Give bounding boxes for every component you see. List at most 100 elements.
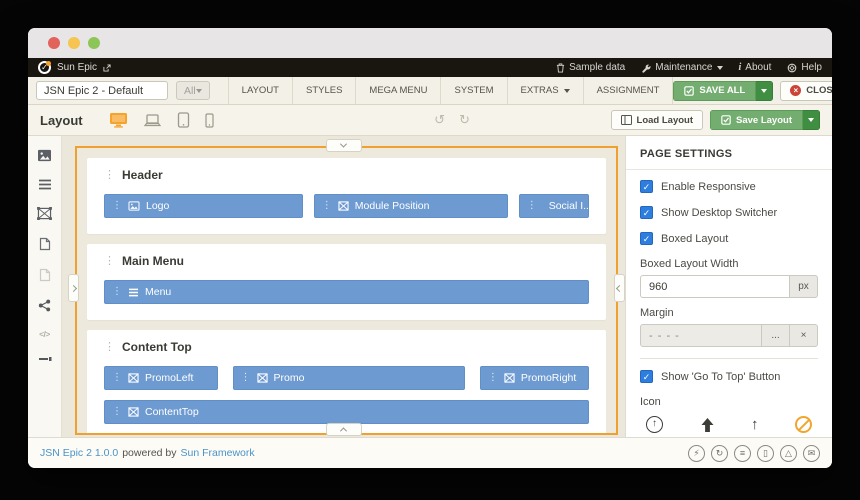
tab-layout[interactable]: LAYOUT [228, 77, 292, 104]
drag-handle-icon: ⋮ [322, 201, 332, 211]
enable-responsive-checkbox[interactable]: Enable Responsive [640, 180, 818, 193]
margin-clear-button[interactable]: × [790, 324, 818, 347]
margin-input[interactable] [640, 324, 762, 347]
gototop-icon-options: ↑ ↑ [640, 413, 818, 437]
section-header[interactable]: ⋮ Header ⋮ Logo ⋮ Module Position [87, 158, 606, 234]
show-gototop-checkbox[interactable]: Show 'Go To Top' Button [640, 370, 818, 383]
code-tool-icon[interactable]: </> [39, 329, 50, 339]
tab-styles[interactable]: STYLES [292, 77, 355, 104]
checkbox-label: Show Desktop Switcher [661, 207, 777, 219]
module-contenttop[interactable]: ⋮ ContentTop [104, 400, 589, 424]
maintenance-menu-item[interactable]: Maintenance [641, 62, 722, 73]
about-label: About [745, 62, 771, 73]
expand-right-tab[interactable] [614, 274, 625, 302]
panel-title: PAGE SETTINGS [626, 136, 832, 170]
page-frame: ⋮ Header ⋮ Logo ⋮ Module Position [75, 146, 618, 435]
load-layout-button[interactable]: Load Layout [611, 110, 703, 130]
page-settings-panel: PAGE SETTINGS Enable Responsive Show Des… [625, 136, 832, 437]
collapse-bottom-tab[interactable] [326, 423, 362, 436]
checkbox-label: Enable Responsive [661, 181, 756, 193]
style-select[interactable]: All [176, 81, 210, 100]
close-button[interactable]: × CLOSE [780, 81, 832, 101]
page-title: Layout [40, 113, 83, 128]
module-position-tool-icon[interactable] [37, 207, 52, 220]
bolt-icon[interactable]: ⚡ [688, 445, 705, 462]
device-phone-button[interactable] [205, 113, 214, 128]
margin-more-button[interactable]: ... [762, 324, 790, 347]
drag-handle-icon[interactable]: ⋮ [104, 170, 115, 181]
tab-assignment[interactable]: ASSIGNMENT [583, 77, 674, 104]
module-promoleft[interactable]: ⋮ PromoLeft [104, 366, 218, 390]
module-label: PromoLeft [145, 372, 193, 384]
module-label: Module Position [355, 200, 430, 212]
window-zoom-button[interactable] [88, 37, 100, 49]
device-laptop-button[interactable] [143, 113, 162, 128]
tab-system[interactable]: SYSTEM [440, 77, 506, 104]
page-disabled-tool-icon[interactable] [39, 268, 51, 282]
menu-tool-icon[interactable] [38, 179, 52, 190]
module-promo[interactable]: ⋮ Promo [233, 366, 466, 390]
window-minimize-button[interactable] [68, 37, 80, 49]
window-titlebar [28, 28, 832, 58]
module-label: PromoRight [521, 372, 576, 384]
arrow-up-thin-icon-option[interactable]: ↑ [751, 417, 759, 432]
save-all-button[interactable]: SAVE ALL [673, 81, 756, 101]
save-all-label: SAVE ALL [699, 85, 745, 96]
drag-handle-icon: ⋮ [112, 201, 122, 211]
help-menu-item[interactable]: Help [787, 62, 822, 73]
module-label: ContentTop [145, 406, 199, 418]
checkbox-checked-icon [640, 232, 653, 245]
save-layout-dropdown-button[interactable] [803, 110, 820, 130]
mail-icon[interactable]: ✉ [803, 445, 820, 462]
module-social[interactable]: ⋮ Social I... [519, 194, 589, 218]
template-name-input[interactable] [36, 81, 168, 100]
arrow-up-bold-icon-option[interactable] [700, 417, 715, 433]
show-desktop-switcher-checkbox[interactable]: Show Desktop Switcher [640, 206, 818, 219]
boxed-width-label: Boxed Layout Width [640, 258, 818, 270]
undo-button[interactable]: ↺ [434, 112, 445, 128]
refresh-icon[interactable]: ↻ [711, 445, 728, 462]
boxed-layout-checkbox[interactable]: Boxed Layout [640, 232, 818, 245]
expand-left-tab[interactable] [68, 274, 79, 302]
template-toolbar: All LAYOUT STYLES MEGA MENU SYSTEM EXTRA… [28, 77, 832, 105]
product-version-link[interactable]: JSN Epic 2 1.0.0 [40, 447, 118, 459]
drag-handle-icon[interactable]: ⋮ [104, 342, 115, 353]
layers-icon[interactable]: ≡ [734, 445, 751, 462]
no-icon-option-selected[interactable] [795, 416, 812, 433]
checkbox-checked-icon [640, 206, 653, 219]
brand-link[interactable]: ✓ Sun Epic [38, 61, 111, 74]
save-all-group: SAVE ALL [673, 81, 773, 101]
redo-button[interactable]: ↻ [459, 112, 470, 128]
section-title: Content Top [122, 340, 192, 354]
divider-tool-icon[interactable] [38, 356, 52, 362]
tool-rail: </> [28, 136, 62, 437]
framework-link[interactable]: Sun Framework [181, 447, 255, 459]
device-desktop-button[interactable] [109, 112, 128, 128]
mobile-icon[interactable]: ▯ [757, 445, 774, 462]
module-logo[interactable]: ⋮ Logo [104, 194, 303, 218]
module-menu[interactable]: ⋮ Menu [104, 280, 589, 304]
drag-handle-icon: ⋮ [527, 201, 537, 211]
section-content-top[interactable]: ⋮ Content Top ⋮ PromoLeft ⋮ Promo [87, 330, 606, 435]
boxed-width-input[interactable] [640, 275, 790, 298]
drag-handle-icon[interactable]: ⋮ [104, 256, 115, 267]
device-tablet-button[interactable] [177, 112, 190, 128]
save-all-dropdown-button[interactable] [756, 81, 773, 101]
sample-data-menu-item[interactable]: Sample data [556, 62, 625, 73]
save-layout-button[interactable]: Save Layout [710, 110, 803, 130]
share-tool-icon[interactable] [38, 299, 51, 312]
tab-extras[interactable]: EXTRAS [507, 77, 583, 104]
collapse-top-tab[interactable] [326, 139, 362, 152]
about-menu-item[interactable]: i About [739, 62, 772, 73]
none-icon [795, 416, 812, 433]
circle-arrow-up-icon-option[interactable]: ↑ [646, 416, 663, 433]
section-main-menu[interactable]: ⋮ Main Menu ⋮ Menu [87, 244, 606, 320]
module-module-position[interactable]: ⋮ Module Position [314, 194, 508, 218]
window-close-button[interactable] [48, 37, 60, 49]
triangle-icon[interactable]: △ [780, 445, 797, 462]
tab-mega-menu[interactable]: MEGA MENU [355, 77, 440, 104]
page-tool-icon[interactable] [39, 237, 51, 251]
module-promoright[interactable]: ⋮ PromoRight [480, 366, 589, 390]
image-tool-icon[interactable] [37, 149, 52, 162]
history-controls: ↺ ↻ [434, 112, 470, 128]
